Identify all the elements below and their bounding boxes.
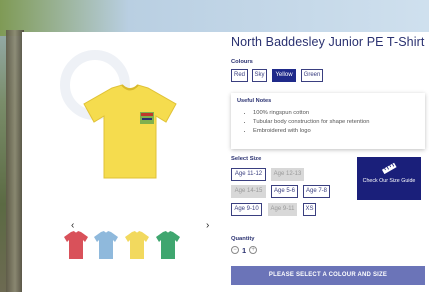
colours-label: Colours — [231, 59, 253, 65]
colour-green-button[interactable]: Green — [301, 69, 323, 82]
size-age-5-6-button[interactable]: Age 5-6 — [271, 185, 298, 198]
ruler-icon — [381, 162, 397, 174]
size-guide-button[interactable]: Check Our Size Guide — [357, 157, 421, 200]
list-item: Embroidered with logo — [253, 127, 419, 136]
size-age-9-11-button: Age 9-11 — [268, 203, 297, 216]
list-item: Tubular body construction for shape rete… — [253, 118, 419, 127]
size-age-14-15-button: Age 14-15 — [231, 185, 266, 198]
size-xs-button[interactable]: XS — [303, 203, 316, 216]
size-age-11-12-button[interactable]: Age 11-12 — [231, 168, 266, 181]
quantity-stepper: − 1 + — [231, 245, 258, 255]
add-to-basket-button[interactable]: PLEASE SELECT A COLOUR AND SIZE — [231, 266, 425, 285]
size-age-9-10-button[interactable]: Age 9-10 — [231, 203, 262, 216]
useful-notes-title: Useful Notes — [237, 98, 272, 104]
size-label: Select Size — [231, 156, 262, 162]
thumb-sky[interactable] — [93, 230, 119, 260]
size-age-12-13-button: Age 12-13 — [271, 168, 304, 181]
size-age-7-8-button[interactable]: Age 7-8 — [303, 185, 330, 198]
useful-notes-panel: Useful Notes 100% ringspun cotton Tubula… — [231, 93, 425, 149]
main-product-image — [83, 84, 177, 179]
gallery-next-icon[interactable]: › — [206, 221, 209, 231]
thumb-red[interactable] — [63, 230, 89, 260]
product-title: North Baddesley Junior PE T-Shirt — [231, 35, 425, 49]
colour-sky-button[interactable]: Sky — [252, 69, 267, 82]
thumb-green[interactable] — [155, 230, 181, 260]
plus-icon[interactable]: + — [249, 246, 258, 254]
size-guide-label: Check Our Size Guide — [362, 178, 416, 184]
quantity-value: 1 — [242, 245, 247, 255]
quantity-label: Quantity — [231, 236, 255, 242]
thumb-yellow[interactable] — [124, 230, 150, 260]
background-sky — [0, 0, 429, 36]
minus-icon[interactable]: − — [231, 246, 239, 254]
useful-notes-list: 100% ringspun cotton Tubular body constr… — [237, 109, 419, 136]
list-item: 100% ringspun cotton — [253, 109, 419, 118]
colour-yellow-button[interactable]: Yellow — [272, 69, 296, 82]
colour-red-button[interactable]: Red — [231, 69, 248, 82]
